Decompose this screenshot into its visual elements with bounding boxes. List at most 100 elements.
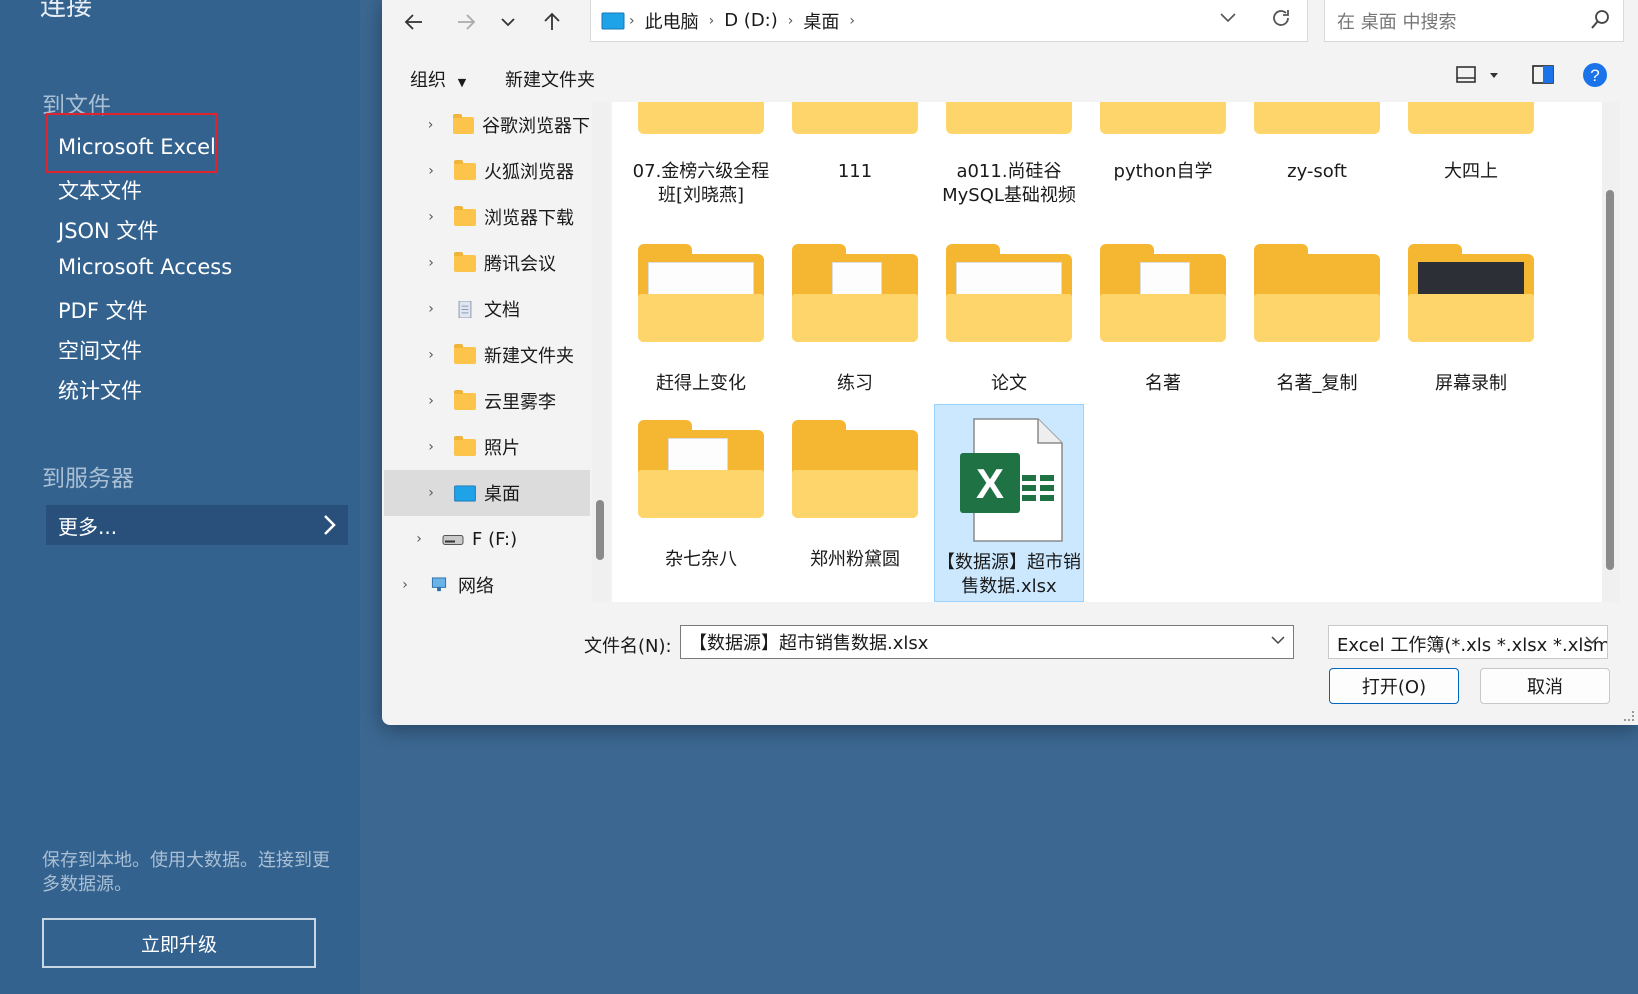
folder-item[interactable]: 杂七杂八 [626, 420, 776, 598]
folder-icon [454, 205, 476, 226]
recent-locations-button[interactable] [490, 4, 526, 40]
upgrade-button[interactable]: 立即升级 [42, 918, 316, 968]
folder-item[interactable]: 111 [780, 102, 930, 220]
chevron-right-icon[interactable]: › [398, 577, 412, 593]
excel-file-icon: X [960, 418, 1063, 542]
chevron-right-icon[interactable]: › [424, 439, 438, 455]
nav-item-label: F (F:) [472, 528, 518, 550]
back-button[interactable] [396, 4, 432, 40]
up-button[interactable] [534, 4, 570, 40]
breadcrumb-this-pc[interactable]: 此电脑 [645, 8, 699, 34]
search-icon [1591, 10, 1609, 29]
folder-item[interactable]: a011.尚硅谷MySQL基础视频 [934, 102, 1084, 220]
folder-item[interactable]: python自学 [1088, 102, 1238, 220]
chevron-right-icon[interactable]: › [424, 255, 438, 271]
nav-item-tencent-meeting[interactable]: › 腾讯会议 [384, 240, 590, 286]
file-label: 郑州粉黛圆 [810, 549, 900, 570]
resize-grip[interactable] [1624, 711, 1634, 721]
file-label: 名著 [1145, 373, 1181, 394]
filetype-select[interactable]: Excel 工作簿(*.xls *.xlsx *.xlsm) [1328, 625, 1608, 659]
folder-icon [946, 244, 1072, 344]
forward-button[interactable] [448, 4, 484, 40]
connect-microsoft-access[interactable]: Microsoft Access [58, 255, 232, 279]
nav-item-documents[interactable]: › 文档 [384, 286, 590, 332]
folder-icon [946, 102, 1072, 138]
arrow-up-icon [544, 12, 560, 30]
preview-pane-button[interactable] [1532, 64, 1554, 91]
chevron-down-icon[interactable] [1270, 632, 1286, 648]
nav-item-network[interactable]: › 网络 [384, 562, 590, 602]
chevron-right-icon[interactable]: › [424, 485, 438, 501]
network-icon [431, 576, 447, 591]
folder-icon [1254, 102, 1380, 138]
folder-icon [792, 420, 918, 520]
search-placeholder: 在 桌面 中搜索 [1337, 11, 1457, 33]
folder-icon [1408, 102, 1534, 138]
folder-item[interactable]: 名著 [1088, 244, 1238, 404]
breadcrumb-desktop[interactable]: 桌面 [803, 8, 839, 34]
chevron-right-icon[interactable]: › [424, 347, 438, 363]
nav-item-firefox[interactable]: › 火狐浏览器 [384, 148, 590, 194]
file-label: 名著_复制 [1276, 373, 1358, 394]
desktop-icon [454, 484, 476, 502]
nav-item-yunliwuli[interactable]: › 云里雾李 [384, 378, 590, 424]
nav-item-browser-downloads[interactable]: › 浏览器下载 [384, 194, 590, 240]
nav-item-label: 新建文件夹 [484, 346, 574, 367]
nav-item-label: 云里雾李 [484, 392, 556, 413]
nav-scrollbar-thumb[interactable] [596, 500, 604, 560]
address-bar[interactable]: › 此电脑 › D (D:) › 桌面 › [590, 0, 1308, 42]
filename-input[interactable] [680, 625, 1294, 659]
cancel-button[interactable]: 取消 [1480, 668, 1610, 704]
folder-item[interactable]: 大四上 [1396, 102, 1546, 220]
folder-item[interactable]: 论文 [934, 244, 1084, 404]
nav-item-drive-f[interactable]: › F (F:) [384, 516, 590, 562]
chevron-right-icon[interactable]: › [424, 209, 438, 225]
document-icon [458, 300, 472, 318]
address-row: › 此电脑 › D (D:) › 桌面 › 在 桌面 中搜索 [382, 0, 1638, 48]
help-icon: ? [1583, 63, 1607, 87]
chevron-down-icon[interactable] [1219, 8, 1237, 26]
connect-text-file[interactable]: 文本文件 [58, 175, 142, 205]
refresh-icon[interactable] [1269, 6, 1293, 30]
folder-item[interactable]: 07.金榜六级全程班[刘晓燕] [626, 102, 776, 220]
help-button[interactable]: ? [1582, 62, 1608, 93]
nav-item-desktop[interactable]: › 桌面 [384, 470, 590, 516]
file-label: 练习 [837, 373, 873, 394]
chevron-right-icon[interactable]: › [424, 301, 438, 317]
chevron-down-icon[interactable] [1584, 632, 1600, 648]
file-label: 07.金榜六级全程班[刘晓燕] [632, 161, 770, 206]
nav-item-new-folder[interactable]: › 新建文件夹 [384, 332, 590, 378]
connect-pdf-file[interactable]: PDF 文件 [58, 295, 148, 325]
connect-pane: 连接 到文件 Microsoft Excel 文本文件 JSON 文件 Micr… [0, 0, 360, 994]
folder-item[interactable]: 屏幕录制 [1396, 244, 1546, 404]
folder-item[interactable]: zy-soft [1242, 102, 1392, 220]
connect-microsoft-excel[interactable]: Microsoft Excel [58, 135, 216, 159]
folder-item[interactable]: 郑州粉黛圆 [780, 420, 930, 598]
new-folder-button[interactable]: 新建文件夹 [505, 66, 595, 92]
folder-item[interactable]: 名著_复制 [1242, 244, 1392, 404]
more-servers-button[interactable]: 更多... [46, 505, 348, 545]
breadcrumb-separator: › [787, 12, 794, 29]
chevron-right-icon[interactable]: › [424, 393, 438, 409]
folder-item[interactable]: 练习 [780, 244, 930, 404]
view-mode-button[interactable] [1456, 64, 1502, 91]
nav-item-chrome-downloads[interactable]: › 谷歌浏览器下 [384, 102, 590, 148]
folder-icon [638, 420, 764, 520]
connect-statistical-file[interactable]: 统计文件 [58, 375, 142, 405]
organize-menu[interactable]: 组织 ▼ [410, 66, 466, 92]
folder-icon [1408, 244, 1534, 344]
content-scrollbar-thumb[interactable] [1606, 190, 1614, 570]
chevron-right-icon[interactable]: › [424, 163, 438, 179]
open-button[interactable]: 打开(O) [1329, 668, 1459, 704]
folder-item[interactable]: 赶得上变化 [626, 244, 776, 404]
nav-item-photos[interactable]: › 照片 [384, 424, 590, 470]
breadcrumb-drive-d[interactable]: D (D:) [724, 10, 778, 31]
search-input[interactable]: 在 桌面 中搜索 [1324, 0, 1624, 42]
connect-json-file[interactable]: JSON 文件 [58, 215, 158, 245]
preview-pane-icon [1532, 65, 1554, 84]
excel-file-item[interactable]: X 【数据源】超市销售数据.xlsx [934, 404, 1084, 602]
chevron-right-icon[interactable]: › [412, 531, 426, 547]
chevron-right-icon[interactable]: › [424, 117, 437, 133]
connect-spatial-file[interactable]: 空间文件 [58, 335, 142, 365]
more-label: 更多... [58, 514, 118, 539]
